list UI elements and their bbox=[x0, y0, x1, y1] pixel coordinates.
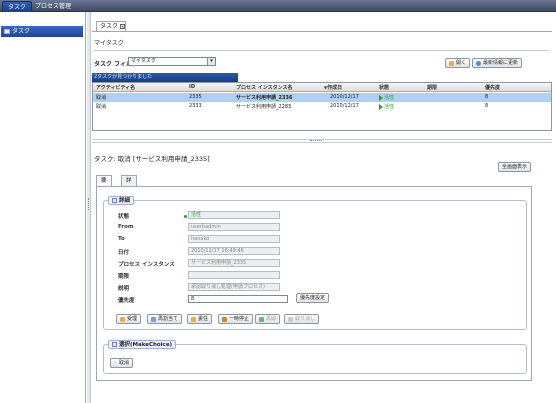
pause-icon bbox=[222, 316, 227, 322]
task-filter-select[interactable]: マイタスク ▾ bbox=[128, 57, 216, 66]
date-label: 日付 bbox=[118, 250, 130, 256]
collapse-icon bbox=[112, 342, 117, 347]
col-due[interactable]: 期限 bbox=[427, 84, 437, 91]
resume-icon bbox=[259, 316, 264, 322]
sidebar-splitter[interactable] bbox=[87, 12, 91, 403]
suspend-button[interactable]: 一時停止 bbox=[218, 314, 254, 324]
top-tab-process-management[interactable]: プロセス管理 bbox=[30, 1, 76, 12]
table-row[interactable]: 取消 2333 サービス利用申請_2283 2010/12/17 活性 8 bbox=[93, 102, 551, 111]
col-status[interactable]: 状態 bbox=[379, 84, 389, 91]
chevron-down-icon[interactable]: ▾ bbox=[207, 58, 215, 65]
refresh-button[interactable]: 最新情報に更新 bbox=[472, 58, 523, 68]
status-value: 活性 bbox=[188, 211, 280, 219]
main-content: タスク × マイタスク タスク フィルタ マイタスク ▾ 開く 最新情報に更新 2… bbox=[92, 12, 556, 403]
summary-panel: 詳細 状態 活性 From userbadmin To hanako 日付 20… bbox=[96, 186, 532, 381]
process-instance-label: プロセス インスタンス bbox=[118, 262, 175, 268]
set-priority-button[interactable]: 優先度設定 bbox=[296, 293, 330, 303]
pane-splitter[interactable] bbox=[92, 139, 552, 143]
status-dot-icon bbox=[184, 215, 187, 218]
reassign-button[interactable]: 再割当て bbox=[147, 314, 183, 324]
cancel-icon bbox=[288, 316, 293, 322]
due-value bbox=[188, 271, 280, 279]
delegate-button[interactable]: 委任 bbox=[187, 314, 213, 324]
task-detail-title: タスク: 取消 [サービス利用申請_2335] bbox=[94, 155, 210, 163]
col-priority[interactable]: 優先度 bbox=[485, 84, 500, 91]
col-created-date[interactable]: ▼作成日 bbox=[324, 84, 342, 91]
divider bbox=[94, 50, 549, 51]
splitter-grip-icon bbox=[310, 140, 322, 142]
due-label: 期限 bbox=[118, 274, 130, 280]
description-value: 承認取り消し処理(申請プロセス) bbox=[188, 283, 280, 291]
makechoice-legend[interactable]: 選択(MakeChoice) bbox=[108, 340, 177, 349]
play-icon bbox=[379, 94, 383, 101]
reassign-icon bbox=[151, 316, 156, 322]
page-title: マイタスク bbox=[94, 40, 124, 47]
delegate-icon bbox=[191, 316, 196, 322]
play-icon bbox=[379, 103, 383, 110]
sidebar-item-task[interactable]: タスク bbox=[1, 26, 83, 37]
process-instance-value: サービス利用申請_2335 bbox=[188, 259, 280, 267]
task-folder-icon bbox=[4, 29, 10, 34]
top-nav-bar: タスク プロセス管理 bbox=[0, 0, 556, 12]
resume-button[interactable]: 再開 bbox=[255, 314, 281, 324]
priority-input[interactable]: 8 bbox=[188, 295, 288, 303]
description-label: 説明 bbox=[118, 286, 130, 292]
tab-divider bbox=[92, 31, 552, 32]
sidebar: タスク bbox=[0, 12, 86, 403]
open-button[interactable]: 開く bbox=[445, 58, 471, 68]
task-table: アクティビティ名 ID プロセス インスタンス名 ▼作成日 状態 期限 優先度 … bbox=[92, 82, 552, 131]
table-row[interactable]: 取消 2335 サービス利用申請_2336 2010/12/17 活性 8 bbox=[93, 93, 551, 102]
accept-button[interactable]: 受理 bbox=[116, 314, 142, 324]
col-process-instance-name[interactable]: プロセス インスタンス名 bbox=[236, 84, 293, 91]
col-activity-name[interactable]: アクティビティ名 bbox=[96, 84, 135, 91]
accept-icon bbox=[120, 316, 125, 322]
search-result-count: 2タスクが見つかりました bbox=[92, 73, 238, 82]
radio-icon: ◦ bbox=[114, 360, 117, 366]
from-label: From bbox=[118, 224, 134, 230]
top-tab-task[interactable]: タスク bbox=[2, 1, 33, 12]
status-label: 状態 bbox=[118, 214, 130, 220]
fullscreen-button[interactable]: 全画面表示 bbox=[498, 162, 532, 172]
makechoice-fieldset: 選択(MakeChoice) ◦ 取消 bbox=[103, 340, 527, 374]
collapse-icon bbox=[112, 198, 117, 203]
detail-legend[interactable]: 詳細 bbox=[108, 196, 135, 205]
to-value: hanako bbox=[188, 235, 280, 243]
detail-fieldset: 詳細 状態 活性 From userbadmin To hanako 日付 20… bbox=[103, 196, 527, 330]
date-value: 2010/12/17 16:49:46 bbox=[188, 247, 280, 255]
cancel-task-button[interactable]: 取り消し bbox=[284, 314, 320, 324]
table-header: アクティビティ名 ID プロセス インスタンス名 ▼作成日 状態 期限 優先度 bbox=[93, 83, 551, 92]
from-value: userbadmin bbox=[188, 223, 280, 231]
close-icon[interactable]: × bbox=[120, 24, 126, 29]
choice-cancel-button[interactable]: ◦ 取消 bbox=[110, 358, 133, 368]
priority-label: 優先度 bbox=[118, 298, 135, 304]
tab-details[interactable]: 詳細 bbox=[121, 175, 137, 194]
refresh-icon bbox=[476, 60, 481, 66]
col-id[interactable]: ID bbox=[189, 84, 195, 90]
to-label: To bbox=[118, 236, 125, 242]
splitter-grip-icon bbox=[88, 198, 90, 210]
tab-task[interactable]: タスク × bbox=[96, 21, 126, 31]
folder-open-icon bbox=[449, 60, 454, 66]
